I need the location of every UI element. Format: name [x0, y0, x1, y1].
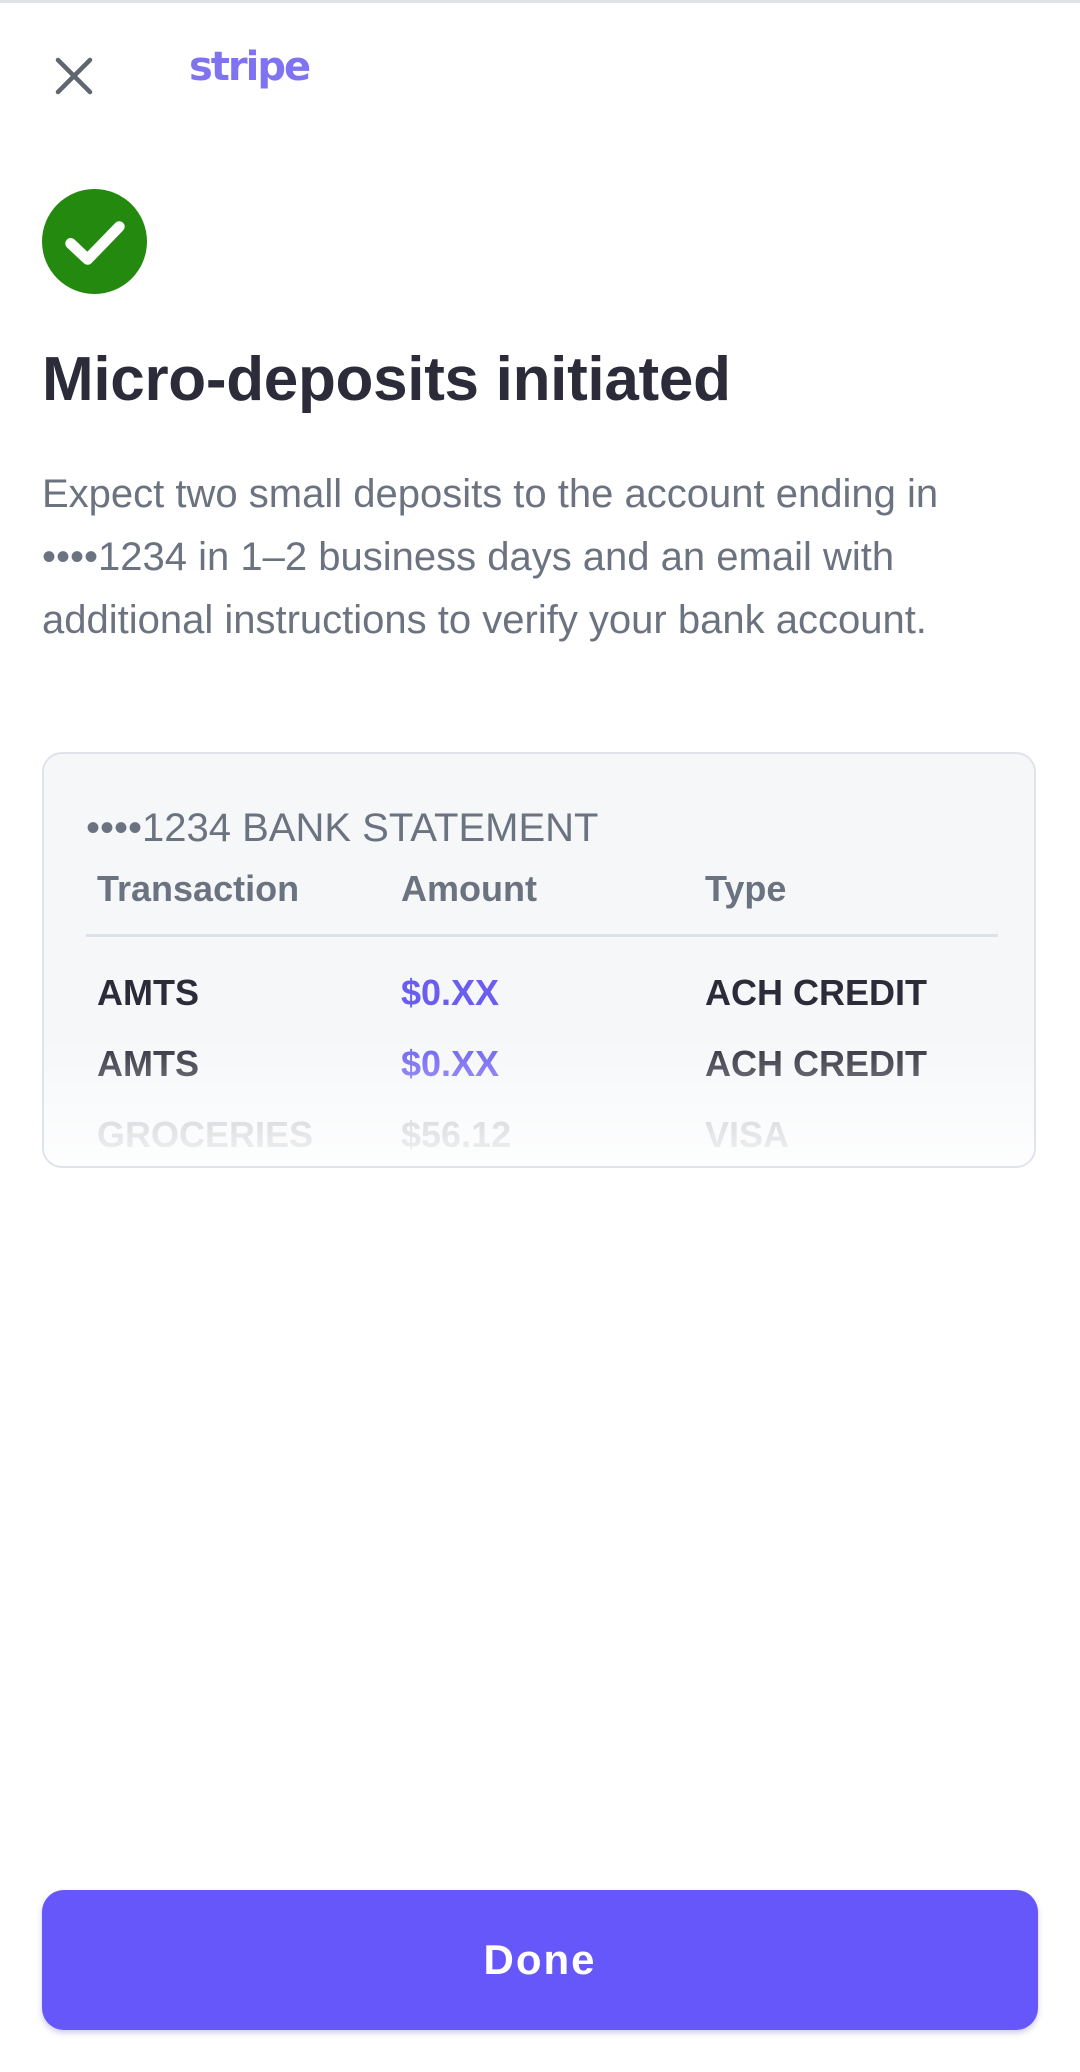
transaction-cell: AMTS [97, 972, 199, 1013]
header-divider [86, 934, 998, 937]
column-header-amount: Amount [401, 868, 537, 909]
statement-title: ••••1234 BANK STATEMENT [86, 806, 599, 850]
transaction-cell: AMTS [97, 1043, 199, 1084]
top-divider [0, 0, 1080, 3]
amount-cell: $0.XX [401, 972, 500, 1013]
type-cell: ACH CREDIT [705, 1043, 927, 1084]
stripe-logo: stripe [189, 44, 311, 90]
bank-statement-card: ••••1234 BANK STATEMENT Transaction Amou… [42, 752, 1036, 1168]
amount-cell: $56.12 [401, 1114, 512, 1155]
column-header-type: Type [705, 868, 787, 909]
type-cell: VISA [705, 1114, 790, 1155]
description-text: Expect two small deposits to the account… [42, 472, 939, 642]
column-header-transaction: Transaction [97, 868, 300, 909]
amount-cell: $0.XX [401, 1043, 500, 1084]
check-circle-icon [42, 189, 147, 294]
close-icon [55, 57, 93, 95]
type-cell: ACH CREDIT [705, 972, 927, 1013]
transaction-cell: GROCERIES [97, 1114, 314, 1155]
close-button[interactable] [44, 46, 104, 106]
page-title: Micro-deposits initiated [42, 345, 731, 414]
done-button[interactable]: Done [42, 1890, 1038, 2030]
